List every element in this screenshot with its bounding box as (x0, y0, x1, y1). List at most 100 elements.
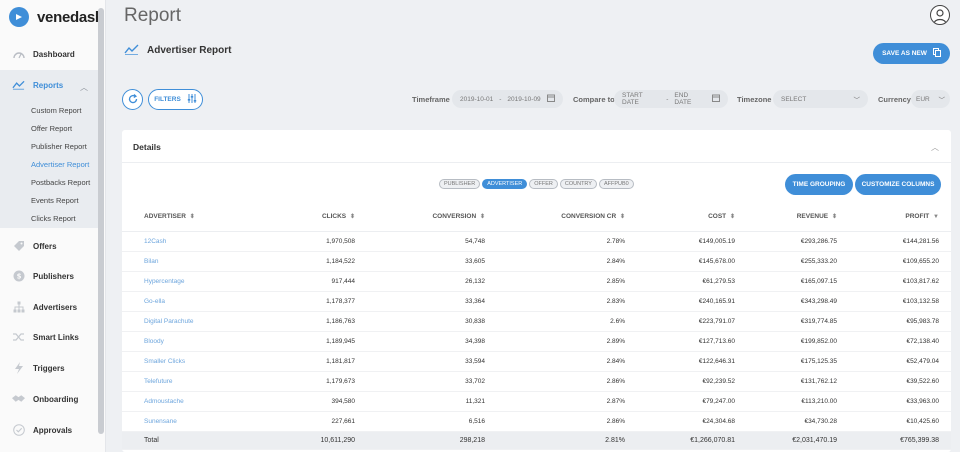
column-header-revenue[interactable]: REVENUE ⬍ (747, 203, 849, 232)
sidebar-item-label: Approvals (33, 425, 73, 435)
sidebar-subitem-publisher-report[interactable]: Publisher Report (31, 142, 87, 151)
sidebar-item-advertisers[interactable]: Advertisers (0, 293, 98, 321)
user-avatar-icon[interactable] (930, 5, 950, 25)
cell-conversion: 54,748 (367, 231, 497, 252)
table-row[interactable]: Digital Parachute 1,186,763 30,838 2.6% €223… (122, 311, 951, 332)
compare-separator: - (666, 95, 669, 103)
column-label: PROFIT (905, 213, 930, 221)
table-row[interactable]: Telefuture 1,179,673 33,702 2.86% €92,239.52… (122, 371, 951, 392)
cell-advertiser[interactable]: Smaller Clicks (122, 351, 282, 372)
currency-select[interactable]: EUR ﹀ (911, 90, 950, 108)
sidebar-subitem-clicks-report[interactable]: Clicks Report (31, 214, 76, 223)
sidebar-item-onboarding[interactable]: Onboarding (0, 385, 98, 413)
timeframe-separator: - (499, 95, 502, 103)
table-row[interactable]: Sunensane 227,661 6,516 2.86% €24,304.68 €34,… (122, 411, 951, 432)
filters-button[interactable]: FILTERS (148, 89, 203, 110)
cell-profit: €144,281.56 (849, 231, 951, 252)
sidebar-subitem-offer-report[interactable]: Offer Report (31, 124, 72, 133)
total-conversion-cr: 2.81% (497, 431, 637, 450)
tab-country[interactable]: COUNTRY (559, 179, 597, 189)
compare-picker[interactable]: START DATE - END DATE (614, 90, 728, 108)
cell-conversion-cr: 2.78% (497, 231, 637, 252)
handshake-icon (12, 393, 25, 406)
sidebar-subitem-postbacks-report[interactable]: Postbacks Report (31, 178, 90, 187)
table-row[interactable]: Bloody 1,189,945 34,398 2.89% €127,713.60 €19… (122, 331, 951, 352)
details-card: Details ︿ PUBLISHER ADVERTISER OFFER COU… (122, 130, 951, 452)
column-header-profit[interactable]: PROFIT ▼ (849, 203, 951, 232)
calendar-icon (546, 94, 555, 104)
time-grouping-button[interactable]: TIME GROUPING (785, 174, 853, 195)
sidebar-subitem-events-report[interactable]: Events Report (31, 196, 79, 205)
chevron-up-icon[interactable]: ︿ (80, 82, 88, 93)
tab-publisher[interactable]: PUBLISHER (439, 179, 481, 189)
sidebar-subitem-advertiser-report[interactable]: Advertiser Report (31, 160, 89, 169)
table-row[interactable]: Admoustache 394,580 11,321 2.87% €79,247.00 €… (122, 391, 951, 412)
column-label: CONVERSION (432, 213, 477, 221)
cell-advertiser[interactable]: Sunensane (122, 411, 282, 432)
tab-advertiser[interactable]: ADVERTISER (482, 179, 528, 189)
sidebar-scrollbar[interactable] (98, 8, 104, 434)
cell-clicks: 1,181,817 (282, 351, 367, 372)
table-row[interactable]: Hypercentage 917,444 26,132 2.85% €61,279.53… (122, 271, 951, 292)
cell-conversion: 33,605 (367, 251, 497, 272)
logo[interactable]: venedash (9, 5, 104, 29)
sidebar-subitem-custom-report[interactable]: Custom Report (31, 106, 81, 115)
sidebar-item-publishers[interactable]: $ Publishers (0, 262, 98, 290)
cell-profit: €109,655.20 (849, 251, 951, 272)
cell-conversion: 30,838 (367, 311, 497, 332)
cell-advertiser[interactable]: Bilan (122, 251, 282, 272)
sidebar-item-label: Offers (33, 241, 57, 251)
sidebar-item-label: Dashboard (33, 49, 75, 59)
cell-advertiser[interactable]: Bloody (122, 331, 282, 352)
table-row[interactable]: Go-ella 1,178,377 33,364 2.83% €240,165.91 €3… (122, 291, 951, 312)
column-header-conversion-cr[interactable]: CONVERSION CR ⬍ (497, 203, 637, 232)
cell-clicks: 1,178,377 (282, 291, 367, 312)
column-label: CONVERSION CR (561, 213, 617, 221)
cell-conversion: 26,132 (367, 271, 497, 292)
cell-advertiser[interactable]: 12Cash (122, 231, 282, 252)
cell-conversion-cr: 2.84% (497, 351, 637, 372)
cell-conversion-cr: 2.85% (497, 271, 637, 292)
table-row[interactable]: Bilan 1,184,522 33,605 2.84% €145,678.00 €255… (122, 251, 951, 272)
timeframe-label: Timeframe (412, 95, 450, 104)
chevron-up-icon[interactable]: ︿ (931, 142, 939, 153)
column-header-conversion[interactable]: CONVERSION ⬍ (367, 203, 497, 232)
customize-columns-button[interactable]: CUSTOMIZE COLUMNS (855, 174, 941, 195)
currency-label: Currency (878, 95, 911, 104)
table-row[interactable]: 12Cash 1,970,508 54,748 2.78% €149,005.19 €29… (122, 231, 951, 252)
table-row[interactable]: Smaller Clicks 1,181,817 33,594 2.84% €122,6… (122, 351, 951, 372)
sidebar-item-dashboard[interactable]: Dashboard (0, 40, 98, 68)
column-header-advertiser[interactable]: ADVERTISER ⬍ (122, 203, 282, 232)
cell-advertiser[interactable]: Admoustache (122, 391, 282, 412)
cell-advertiser[interactable]: Digital Parachute (122, 311, 282, 332)
sidebar-item-smart-links[interactable]: Smart Links (0, 323, 98, 351)
cell-cost: €61,279.53 (637, 271, 747, 292)
timezone-select[interactable]: SELECT ﹀ (773, 90, 868, 108)
cell-conversion-cr: 2.86% (497, 371, 637, 392)
cell-revenue: €165,097.15 (747, 271, 849, 292)
tab-affpub0[interactable]: AFFPUB0 (598, 179, 634, 189)
sidebar-item-triggers[interactable]: Triggers (0, 354, 98, 382)
column-header-cost[interactable]: COST ⬍ (637, 203, 747, 232)
timeframe-picker[interactable]: 2019-10-01 - 2019-10-09 (452, 90, 563, 108)
report-subheader: Advertiser Report (124, 44, 231, 57)
sidebar-item-offers[interactable]: Offers (0, 232, 98, 260)
tab-offer[interactable]: OFFER (529, 179, 558, 189)
column-header-clicks[interactable]: CLICKS ⬍ (282, 203, 367, 232)
sidebar-item-label: Onboarding (33, 394, 79, 404)
org-chart-icon (12, 301, 25, 314)
cell-revenue: €131,762.12 (747, 371, 849, 392)
cell-advertiser[interactable]: Telefuture (122, 371, 282, 392)
save-as-new-button[interactable]: SAVE AS NEW (873, 43, 950, 64)
refresh-button[interactable] (122, 89, 143, 110)
cell-advertiser[interactable]: Hypercentage (122, 271, 282, 292)
compare-end: END DATE (674, 92, 692, 106)
cell-clicks: 394,580 (282, 391, 367, 412)
sidebar: venedash Dashboard Reports ︿ Custom Repo… (0, 0, 106, 452)
cell-profit: €103,817.62 (849, 271, 951, 292)
sort-icon: ⬍ (729, 214, 735, 221)
cell-advertiser[interactable]: Go-ella (122, 291, 282, 312)
cell-cost: €24,304.68 (637, 411, 747, 432)
sidebar-item-approvals[interactable]: Approvals (0, 416, 98, 444)
sidebar-item-label: Smart Links (33, 332, 79, 342)
